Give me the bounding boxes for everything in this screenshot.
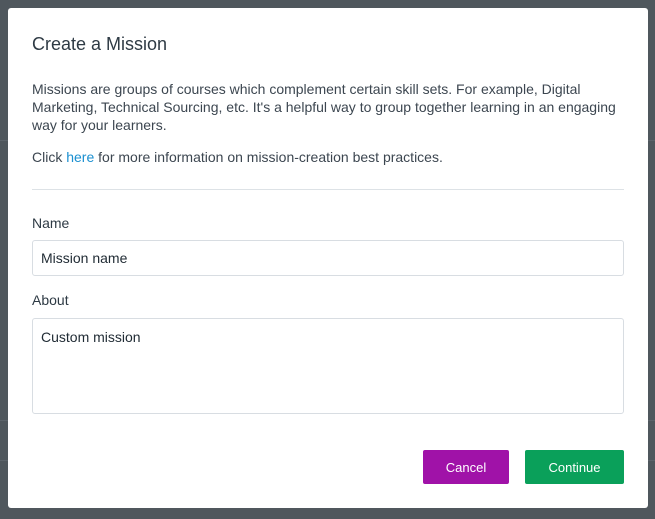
- help-text-suffix: for more information on mission-creation…: [94, 149, 443, 165]
- section-divider: [32, 189, 624, 190]
- dialog-description: Missions are groups of courses which com…: [32, 81, 616, 133]
- mission-name-input[interactable]: [32, 240, 624, 276]
- dialog-title: Create a Mission: [32, 34, 168, 54]
- cancel-button[interactable]: Cancel: [423, 450, 509, 484]
- best-practices-link[interactable]: here: [66, 149, 94, 165]
- continue-button[interactable]: Continue: [525, 450, 624, 484]
- name-label: Name: [32, 215, 70, 231]
- about-label: About: [32, 292, 69, 308]
- create-mission-dialog: Create a Mission Missions are groups of …: [8, 8, 648, 508]
- help-text-prefix: Click: [32, 149, 67, 165]
- mission-about-textarea[interactable]: Custom mission: [32, 318, 624, 414]
- help-text: Click here for more information on missi…: [32, 148, 443, 166]
